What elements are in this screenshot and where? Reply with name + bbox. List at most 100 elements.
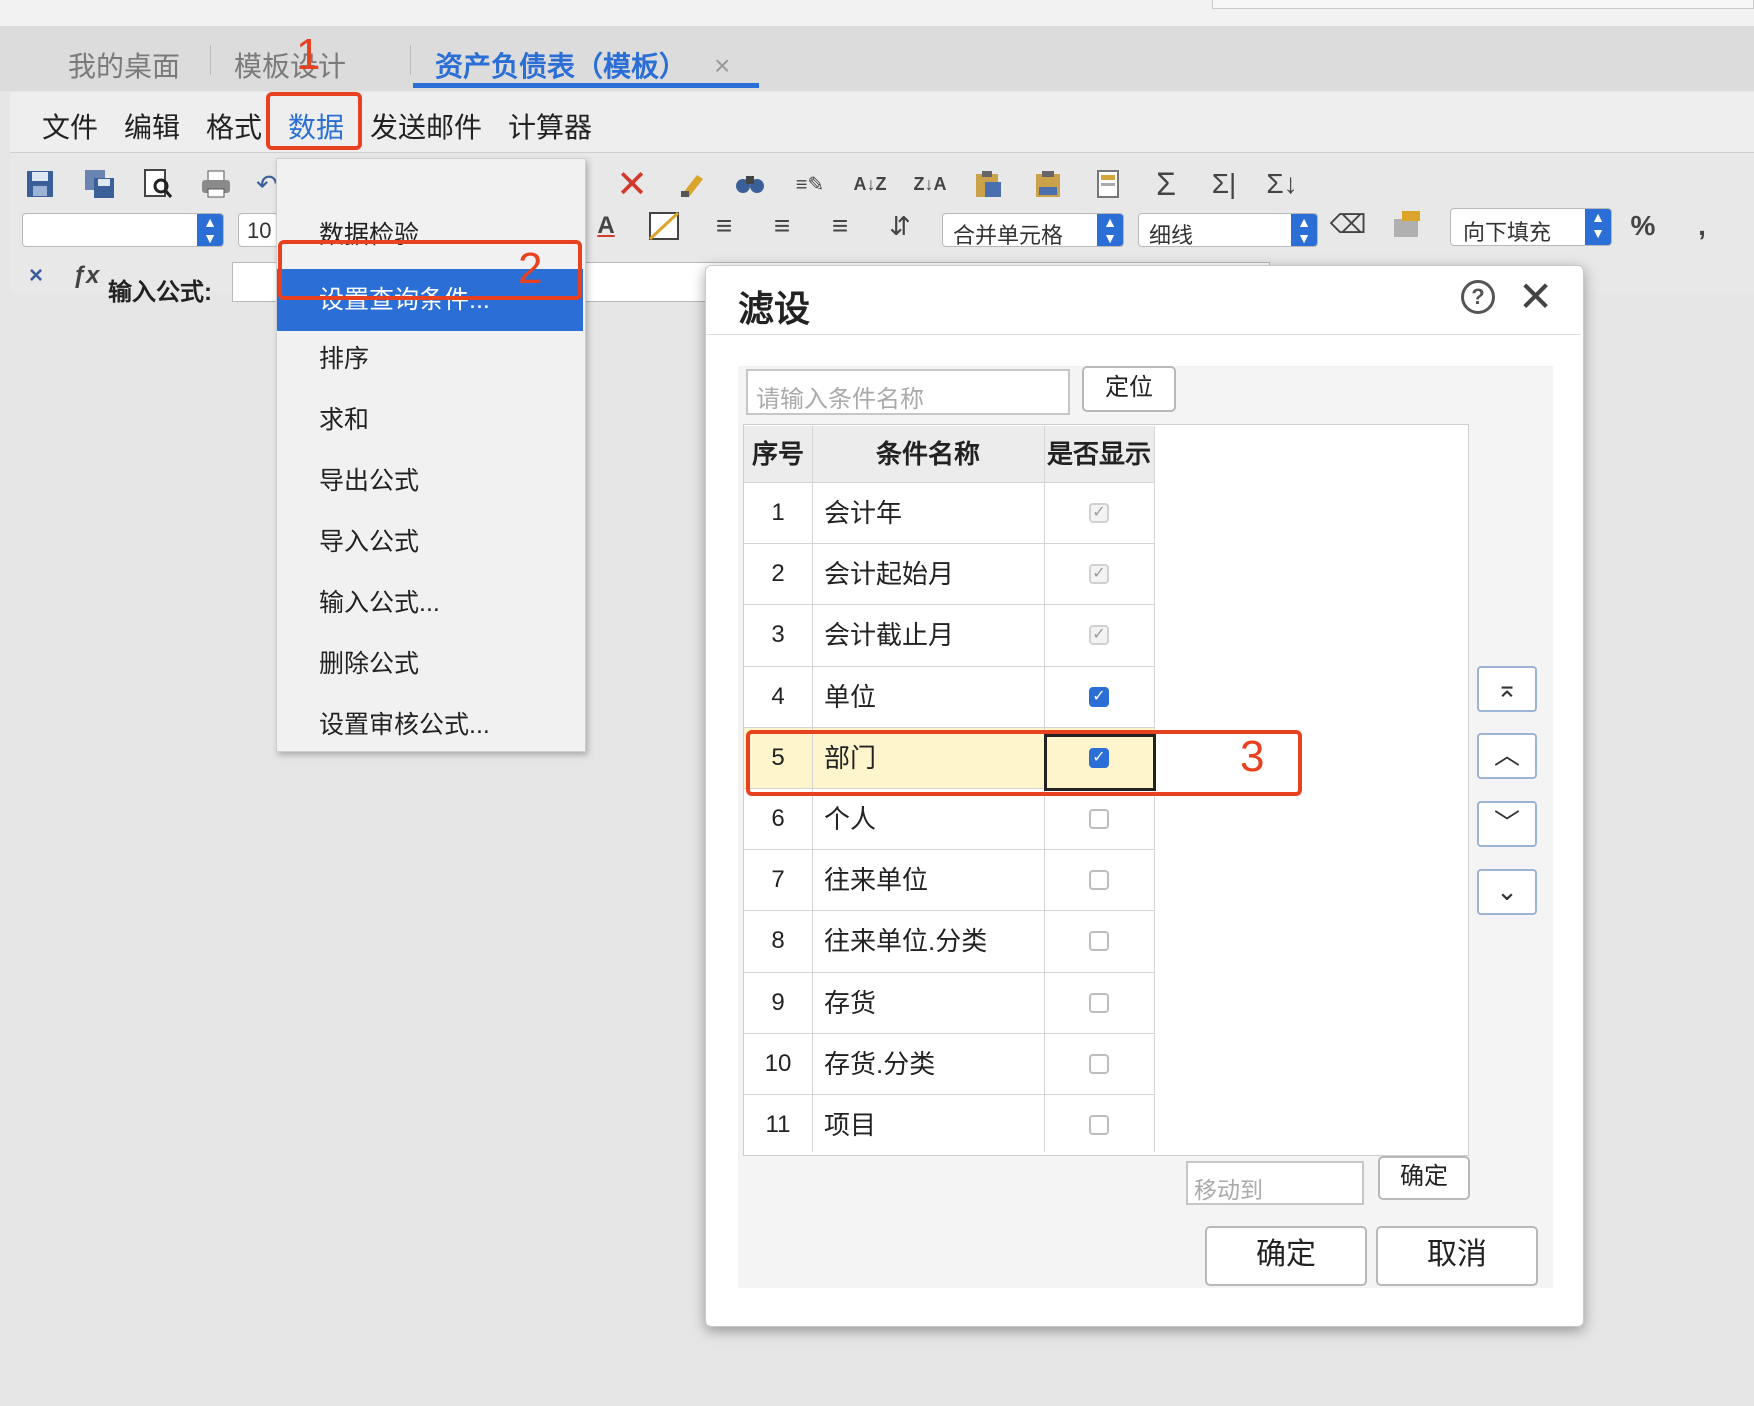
format-brush-icon[interactable] <box>674 166 710 202</box>
annotation-box-1 <box>266 92 362 150</box>
tab-template-design[interactable]: 模板设计 <box>234 45 346 85</box>
move-up-button[interactable]: ︿ <box>1477 733 1537 779</box>
show-checkbox[interactable] <box>1089 870 1109 891</box>
print-icon[interactable] <box>198 166 234 202</box>
table-row[interactable]: 2 会计起始月 ✓ <box>744 543 1154 604</box>
row-number: 1 <box>771 499 785 526</box>
column-header-no: 序号 <box>751 439 804 469</box>
menu-file[interactable]: 文件 <box>42 106 98 146</box>
merge-cells-select[interactable]: 合并单元格 ▲ ▼ <box>942 213 1124 248</box>
sort-ascending-icon[interactable]: A↓Z <box>852 166 888 202</box>
cancel-formula-icon[interactable]: × <box>18 258 54 294</box>
format-painter-icon[interactable] <box>1390 206 1426 242</box>
menu-send-email[interactable]: 发送邮件 <box>370 106 482 146</box>
border-icon[interactable] <box>646 208 682 244</box>
eraser-icon[interactable]: ⌫ <box>1330 206 1367 242</box>
table-row[interactable]: 10 存货.分类 <box>744 1032 1154 1094</box>
condition-name: 会计起始月 <box>824 559 955 590</box>
chevron-updown-icon: ▲ ▼ <box>1097 214 1123 246</box>
menu-item-import-formula[interactable]: 导入公式 <box>277 514 583 570</box>
show-checkbox[interactable] <box>1089 931 1109 952</box>
ok-button[interactable]: 确定 <box>1205 1226 1367 1286</box>
paste-special-icon[interactable] <box>1030 166 1066 202</box>
table-row[interactable]: 1 会计年 ✓ <box>744 482 1154 543</box>
row-sum-icon[interactable]: Σ| <box>1206 166 1242 202</box>
table-row[interactable]: 7 往来单位 <box>744 849 1154 910</box>
comma-button[interactable]: , <box>1684 208 1720 244</box>
table-row[interactable]: 3 会计截止月 ✓ <box>744 604 1154 665</box>
condition-name: 项目 <box>824 1110 877 1140</box>
locate-button[interactable]: 定位 <box>1082 366 1176 412</box>
menu-item-set-audit-formula[interactable]: 设置审核公式... <box>277 697 583 753</box>
menu-item-sum[interactable]: 求和 <box>277 392 583 448</box>
print-preview-icon[interactable] <box>140 166 176 202</box>
find-icon[interactable] <box>732 166 768 202</box>
title-divider <box>706 334 1581 335</box>
delete-icon[interactable]: ✕ <box>614 164 650 206</box>
wrap-text-icon[interactable]: ⇵ <box>882 208 918 244</box>
menu-calculator[interactable]: 计算器 <box>508 106 592 146</box>
tab-balance-sheet[interactable]: 资产负债表（模板） <box>435 45 687 85</box>
menu-edit[interactable]: 编辑 <box>124 106 180 146</box>
cancel-button[interactable]: 取消 <box>1376 1226 1538 1286</box>
move-to-input[interactable]: 移动到 <box>1186 1161 1364 1205</box>
row-number: 8 <box>771 927 785 955</box>
show-checkbox[interactable] <box>1089 809 1109 829</box>
move-to-top-button[interactable]: ⌅ <box>1477 666 1537 712</box>
paste-icon[interactable] <box>970 166 1006 202</box>
table-row[interactable]: 9 存货 <box>744 971 1154 1033</box>
undo-icon[interactable]: ↶ <box>256 166 278 202</box>
condition-name: 往来单位 <box>824 865 929 896</box>
fill-select[interactable]: 向下填充 ▲ ▼ <box>1450 208 1612 246</box>
fill-value: 向下填充 <box>1463 220 1552 245</box>
table-row[interactable]: 8 往来单位.分类 <box>744 910 1154 971</box>
menu-item-delete-formula[interactable]: 删除公式 <box>277 636 583 692</box>
align-right-icon[interactable]: ≡ <box>822 208 858 244</box>
column-icon[interactable] <box>1090 166 1126 202</box>
align-center-icon[interactable]: ≡ <box>764 208 800 244</box>
percent-button[interactable]: % <box>1625 208 1661 244</box>
replace-icon[interactable]: ≡✎ <box>792 166 828 202</box>
move-to-confirm-button[interactable]: 确定 <box>1378 1156 1470 1200</box>
annotation-box-3 <box>746 730 1302 796</box>
chevron-updown-icon: ▲ ▼ <box>1585 209 1611 245</box>
align-left-icon[interactable]: ≡ <box>706 208 742 244</box>
show-checkbox[interactable] <box>1089 1053 1109 1074</box>
save-icon[interactable] <box>22 166 58 202</box>
sum-icon[interactable]: Σ <box>1148 166 1184 202</box>
close-icon[interactable]: ✕ <box>1518 272 1553 321</box>
column-sum-icon[interactable]: Σ↓ <box>1264 166 1300 202</box>
active-cell <box>1044 734 1156 791</box>
move-to-bottom-button[interactable]: ⌄ <box>1477 869 1537 915</box>
condition-name: 存货 <box>824 987 877 1018</box>
table-row[interactable]: 4 单位 ✓ <box>744 665 1154 727</box>
condition-name: 会计截止月 <box>824 620 955 651</box>
condition-name: 存货.分类 <box>824 1048 936 1079</box>
sort-descending-icon[interactable]: Z↓A <box>912 166 948 202</box>
close-tab-icon[interactable]: × <box>714 50 730 82</box>
line-style-select[interactable]: 细线 ▲ ▼ <box>1138 213 1318 248</box>
table-row[interactable]: 6 个人 <box>744 788 1154 849</box>
column-header-show: 是否显示 <box>1046 439 1151 469</box>
row-number: 7 <box>771 866 785 894</box>
show-checkbox[interactable] <box>1089 992 1109 1013</box>
condition-name: 单位 <box>824 681 877 712</box>
font-size-select[interactable]: 10 <box>238 213 278 247</box>
menu-item-input-formula[interactable]: 输入公式... <box>277 575 583 631</box>
function-icon[interactable]: ƒx <box>68 258 104 294</box>
show-checkbox[interactable]: ✓ <box>1089 686 1109 707</box>
save-as-icon[interactable] <box>82 166 118 202</box>
menu-format[interactable]: 格式 <box>206 106 262 146</box>
condition-search-input[interactable]: 请输入条件名称 <box>746 369 1070 415</box>
menu-item-sort[interactable]: 排序 <box>277 331 583 387</box>
move-down-button[interactable]: ﹀ <box>1477 801 1537 847</box>
show-checkbox: ✓ <box>1089 625 1109 646</box>
show-checkbox[interactable] <box>1089 1115 1109 1135</box>
font-color-icon[interactable]: A <box>588 208 624 244</box>
tab-my-desktop[interactable]: 我的桌面 <box>68 45 180 85</box>
font-select[interactable]: ▲ ▼ <box>22 213 224 247</box>
help-icon[interactable]: ? <box>1461 280 1495 314</box>
row-number: 11 <box>765 1111 791 1138</box>
table-row[interactable]: 11 项目 <box>744 1094 1154 1155</box>
menu-item-export-formula[interactable]: 导出公式 <box>277 453 583 509</box>
